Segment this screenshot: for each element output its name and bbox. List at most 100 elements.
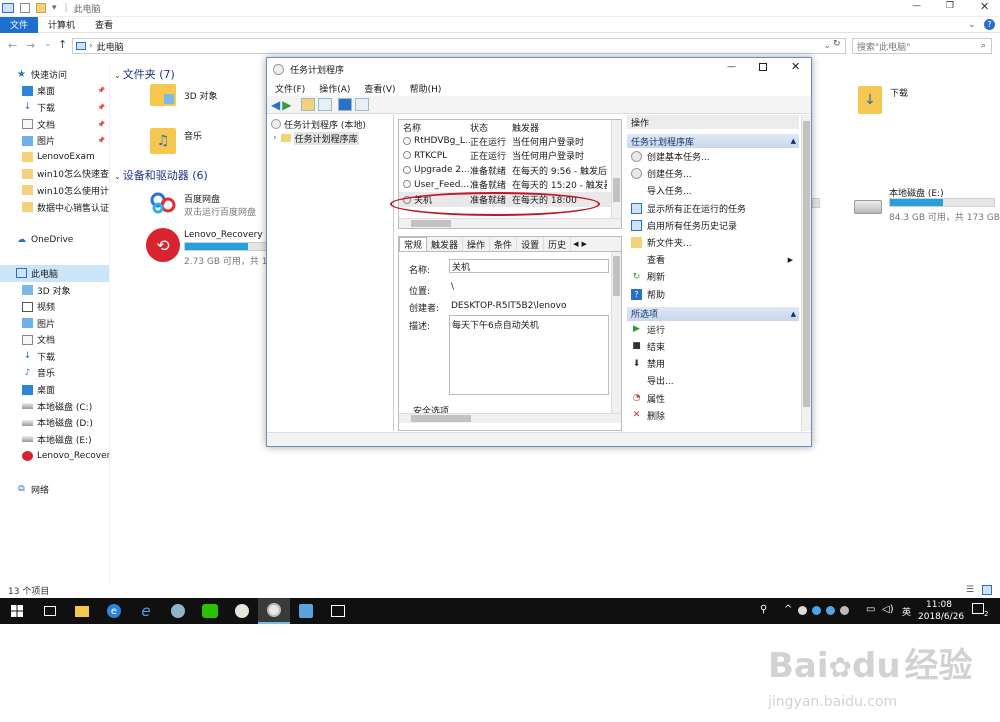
detail-tab-actions[interactable]: 操作 xyxy=(463,237,491,251)
toolbar-show-pane-icon[interactable] xyxy=(318,98,333,111)
nav-item-19[interactable]: 桌面 xyxy=(0,381,109,398)
large-icons-view-icon[interactable] xyxy=(982,585,992,595)
nav-item-2[interactable]: ↓ 下载 📌 xyxy=(0,99,109,116)
pin-icon[interactable]: 📌 xyxy=(98,104,105,111)
nav-item-25[interactable]: ⧉ 网络 xyxy=(0,481,109,498)
detail-horizontal-scrollbar[interactable] xyxy=(399,413,621,423)
scheduler-maximize-button[interactable] xyxy=(759,63,767,71)
detail-tab-conditions[interactable]: 条件 xyxy=(490,237,518,251)
pin-icon[interactable]: 📌 xyxy=(98,137,105,144)
devices-section-heading[interactable]: ⌄ 设备和驱动器 (6) xyxy=(114,167,208,183)
task-row[interactable]: RTKCPL 正在运行 当任何用户登录时 xyxy=(399,149,621,164)
menu-view[interactable]: 查看(V) xyxy=(364,82,395,95)
tab-scroll-left-icon[interactable]: ◀ xyxy=(573,240,578,248)
tree-root-item[interactable]: 任务计划程序 (本地) xyxy=(267,117,393,131)
start-button[interactable] xyxy=(0,598,34,624)
toolbar-folder-icon[interactable] xyxy=(301,98,316,111)
pin-icon[interactable]: 📌 xyxy=(98,87,105,94)
detail-tab-general[interactable]: 常规 xyxy=(399,237,428,251)
nav-item-17[interactable]: ↓ 下载 xyxy=(0,348,109,365)
refresh-icon[interactable]: ↻ xyxy=(833,39,841,49)
taskbar-photos[interactable] xyxy=(322,598,354,624)
column-name-header[interactable]: 名称 xyxy=(399,121,470,134)
address-dropdown-icon[interactable]: ⌄ xyxy=(823,41,831,51)
pin-icon[interactable]: 📌 xyxy=(98,121,105,128)
taskbar-wechat[interactable] xyxy=(194,598,226,624)
taskbar-app-bird[interactable] xyxy=(162,598,194,624)
collapse-icon[interactable]: ▲ xyxy=(791,137,796,145)
nav-item-4[interactable]: 图片 📌 xyxy=(0,132,109,149)
nav-item-23[interactable]: Lenovo_Recovery xyxy=(0,448,109,465)
toolbar-back-icon[interactable]: ◀ xyxy=(271,98,280,112)
folder-tile-music[interactable]: ♫ 音乐 xyxy=(150,128,202,154)
folder-tile-downloads[interactable]: ↓ 下载 xyxy=(858,86,908,114)
quick-access-dropdown-icon[interactable]: ▾ xyxy=(52,3,57,13)
task-row[interactable]: User_Feed... 准备就绪 在每天的 15:20 - 触发器 xyxy=(399,178,621,193)
toolbar-help-icon[interactable] xyxy=(338,98,353,111)
back-arrow-icon[interactable]: ← xyxy=(8,39,17,52)
up-arrow-icon[interactable]: ↑ xyxy=(58,38,67,51)
action-export[interactable]: 导出... xyxy=(627,372,799,389)
collapse-icon[interactable]: ▲ xyxy=(791,310,796,318)
action-view[interactable]: 查看 ▶ xyxy=(627,251,799,268)
nav-item-12[interactable]: 此电脑 xyxy=(0,265,109,282)
taskbar-app-pin[interactable] xyxy=(290,598,322,624)
actions-section-library[interactable]: 任务计划程序库 ▲ xyxy=(627,134,799,148)
tab-computer[interactable]: 计算机 xyxy=(38,17,85,33)
clock-time[interactable]: 11:08 xyxy=(926,600,952,610)
action-properties[interactable]: ◔ 属性 xyxy=(627,389,799,406)
nav-item-0[interactable]: ★ 快速访问 xyxy=(0,66,109,83)
detail-vertical-scrollbar[interactable] xyxy=(611,252,621,414)
nav-item-10[interactable]: ☁ OneDrive xyxy=(0,232,109,249)
menu-help[interactable]: 帮助(H) xyxy=(410,82,442,95)
nav-item-15[interactable]: 图片 xyxy=(0,315,109,332)
maximize-button[interactable]: ❐ xyxy=(946,1,954,11)
history-dropdown-icon[interactable]: ⌄ xyxy=(44,39,52,49)
action-new-folder[interactable]: 新文件夹... xyxy=(627,234,799,251)
new-folder-quick-icon[interactable] xyxy=(36,3,46,13)
action-import[interactable]: 导入任务... xyxy=(627,182,799,199)
nav-item-13[interactable]: 3D 对象 xyxy=(0,282,109,299)
action-refresh[interactable]: ↻ 刷新 xyxy=(627,268,799,285)
toolbar-action-pane-icon[interactable] xyxy=(355,98,370,111)
action-history[interactable]: 启用所有任务历史记录 xyxy=(627,217,799,234)
menu-file[interactable]: 文件(F) xyxy=(275,82,305,95)
folder-tile-3d-objects[interactable]: 3D 对象 xyxy=(150,84,218,106)
expand-chevron-icon[interactable]: › xyxy=(273,133,277,143)
nav-item-21[interactable]: 本地磁盘 (D:) xyxy=(0,414,109,431)
task-row[interactable]: Upgrade 2... 准备就绪 在每天的 9:56 - 触发后, xyxy=(399,163,621,178)
name-field[interactable]: 关机 xyxy=(449,259,609,273)
column-status-header[interactable]: 状态 xyxy=(470,121,512,134)
action-create-task[interactable]: 创建任务... xyxy=(627,165,799,182)
tab-file[interactable]: 文件 xyxy=(0,16,39,33)
taskbar-task-scheduler[interactable] xyxy=(258,598,290,624)
action-help[interactable]: ? 帮助 xyxy=(627,286,799,303)
nav-item-22[interactable]: 本地磁盘 (E:) xyxy=(0,431,109,448)
nav-item-16[interactable]: 文档 xyxy=(0,332,109,349)
minimize-button[interactable]: — xyxy=(912,1,921,11)
action-stop[interactable]: ■ 结束 xyxy=(627,338,799,355)
nav-item-6[interactable]: win10怎么快速查找 xyxy=(0,166,109,183)
actions-section-selected[interactable]: 所选项 ▲ xyxy=(627,306,799,321)
task-view-button[interactable] xyxy=(34,598,66,624)
details-view-icon[interactable]: ☰ xyxy=(966,585,974,595)
task-row[interactable]: RtHDVBg_L... 正在运行 当任何用户登录时 xyxy=(399,134,621,149)
address-box[interactable]: › 此电脑 ⌄ xyxy=(72,38,846,54)
taskbar-app-avatar[interactable] xyxy=(226,598,258,624)
detail-tab-settings[interactable]: 设置 xyxy=(517,237,545,251)
action-run[interactable]: ▶ 运行 xyxy=(627,321,799,338)
taskbar-ie[interactable]: e xyxy=(130,598,162,624)
properties-quick-icon[interactable] xyxy=(20,3,30,13)
nav-item-5[interactable]: LenovoExam xyxy=(0,149,109,166)
action-running-tasks[interactable]: 显示所有正在运行的任务 xyxy=(627,200,799,217)
task-list-horizontal-scrollbar[interactable] xyxy=(399,218,621,228)
tab-scroll-right-icon[interactable]: ▶ xyxy=(581,240,586,248)
menu-action[interactable]: 操作(A) xyxy=(319,82,350,95)
local-disk-e-tile[interactable]: 本地磁盘 (E:) 84.3 GB 可用，共 173 GB xyxy=(852,186,1000,224)
recovery-drive-tile[interactable]: ⟲ Lenovo_Recovery (F:) 2.73 GB 可用，共 11. xyxy=(146,228,270,267)
column-trigger-header[interactable]: 触发器 xyxy=(512,121,607,134)
ribbon-expand-icon[interactable]: ⌄ xyxy=(968,20,976,30)
tab-view[interactable]: 查看 xyxy=(85,17,123,33)
help-icon[interactable]: ? xyxy=(984,19,995,30)
taskbar-file-explorer[interactable] xyxy=(66,598,98,624)
